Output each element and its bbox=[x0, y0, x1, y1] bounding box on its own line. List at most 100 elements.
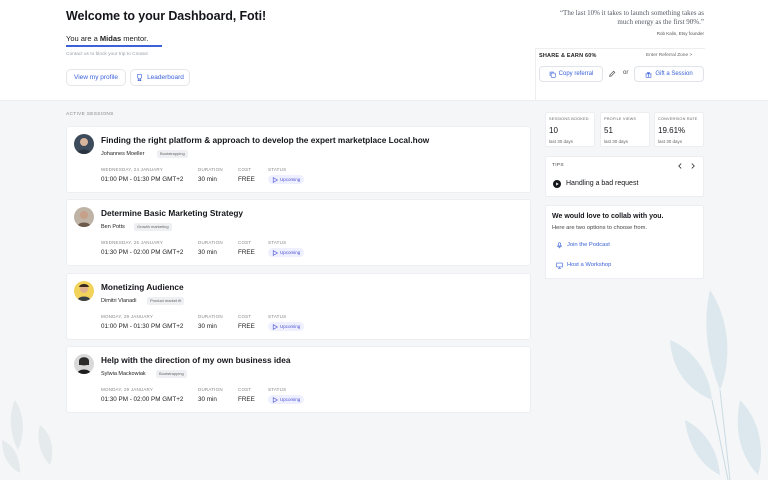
view-profile-button[interactable]: View my profile bbox=[66, 69, 126, 86]
stat-label: PROFILE VIEWS bbox=[604, 117, 637, 121]
status-badge: Upcoming bbox=[268, 248, 305, 257]
quote-text: “The last 10% it takes to launch somethi… bbox=[559, 9, 704, 27]
cost-label: COST bbox=[238, 167, 252, 172]
session-mentor: Johannes Moeller bbox=[101, 151, 145, 157]
status-badge: Upcoming bbox=[268, 175, 305, 184]
session-card[interactable]: Finding the right platform & approach to… bbox=[66, 126, 531, 193]
session-mentor: Ben Potts bbox=[101, 224, 125, 230]
mentor-level-progress bbox=[66, 45, 162, 47]
tips-panel: TIPS Handling a bad request bbox=[545, 156, 704, 197]
presentation-icon bbox=[556, 262, 563, 269]
session-title[interactable]: Monetizing Audience bbox=[101, 282, 184, 292]
status-label: STATUS bbox=[268, 167, 287, 172]
duration-label: DURATION bbox=[198, 387, 223, 392]
avatar bbox=[74, 354, 94, 374]
play-icon bbox=[272, 396, 278, 403]
leaderboard-button[interactable]: Leaderboard bbox=[130, 69, 190, 86]
stat-period: last 30 days bbox=[549, 139, 574, 144]
session-mentor: Dimitri Vlanadi bbox=[101, 298, 137, 304]
duration-label: DURATION bbox=[198, 314, 223, 319]
session-title[interactable]: Determine Basic Marketing Strategy bbox=[101, 208, 243, 218]
session-title[interactable]: Finding the right platform & approach to… bbox=[101, 135, 429, 145]
session-duration: 30 min bbox=[198, 323, 217, 330]
stat-profile-views: PROFILE VIEWS 51 last 30 days bbox=[600, 112, 650, 147]
page-title: Welcome to your Dashboard, Foti! bbox=[66, 9, 267, 23]
session-cost: FREE bbox=[238, 249, 255, 256]
join-podcast-button[interactable]: Join the Podcast bbox=[552, 238, 614, 252]
session-cost: FREE bbox=[238, 396, 255, 403]
status-badge: Upcoming bbox=[268, 395, 305, 404]
stat-period: last 30 days bbox=[658, 139, 683, 144]
stat-sessions-booked: SESSIONS BOOKED 10 last 30 days bbox=[545, 112, 595, 147]
active-sessions-label: ACTIVE SESSIONS bbox=[66, 112, 114, 117]
session-card[interactable]: Monetizing Audience Dimitri Vlanadi Prod… bbox=[66, 273, 531, 340]
status-label: STATUS bbox=[268, 240, 287, 245]
stat-value: 10 bbox=[549, 126, 558, 135]
play-circle-icon[interactable] bbox=[553, 180, 561, 188]
chevron-right-icon[interactable] bbox=[690, 163, 696, 169]
duration-label: DURATION bbox=[198, 167, 223, 172]
gift-session-button[interactable]: Gift a Session bbox=[634, 66, 704, 82]
cost-label: COST bbox=[238, 314, 252, 319]
session-duration: 30 min bbox=[198, 396, 217, 403]
mentor-level-progress-fill bbox=[66, 45, 162, 47]
referral-zone-link[interactable]: Enter Referral Zone > bbox=[646, 53, 692, 58]
play-icon bbox=[272, 249, 278, 256]
leaf-decoration-left bbox=[2, 400, 53, 473]
session-card[interactable]: Determine Basic Marketing Strategy Ben P… bbox=[66, 199, 531, 266]
session-title[interactable]: Help with the direction of my own busine… bbox=[101, 355, 290, 365]
tip-text[interactable]: Handling a bad request bbox=[566, 180, 638, 187]
session-duration: 30 min bbox=[198, 249, 217, 256]
share-earn-title: SHARE & EARN 60% bbox=[539, 53, 597, 59]
status-label: STATUS bbox=[268, 387, 287, 392]
tips-label: TIPS bbox=[552, 163, 564, 168]
leaf-decoration-right bbox=[670, 290, 761, 480]
mentor-level-text: You are a Midas mentor. bbox=[66, 34, 149, 43]
collab-subtitle: Here are two options to choose from. bbox=[552, 225, 648, 231]
duration-label: DURATION bbox=[198, 240, 223, 245]
cost-label: COST bbox=[238, 240, 252, 245]
session-time: 01:30 PM - 02:00 PM GMT+2 bbox=[101, 396, 184, 403]
cost-label: COST bbox=[238, 387, 252, 392]
session-time: 01:00 PM - 01:30 PM GMT+2 bbox=[101, 323, 184, 330]
status-badge: Upcoming bbox=[268, 322, 305, 331]
session-duration: 30 min bbox=[198, 176, 217, 183]
host-workshop-button[interactable]: Host a Workshop bbox=[552, 258, 615, 272]
chevron-left-icon[interactable] bbox=[677, 163, 683, 169]
session-time: 01:00 PM - 01:30 PM GMT+2 bbox=[101, 176, 184, 183]
collab-panel: We would love to collab with you. Here a… bbox=[545, 205, 704, 279]
status-label: STATUS bbox=[268, 314, 287, 319]
session-time: 01:30 PM - 02:00 PM GMT+2 bbox=[101, 249, 184, 256]
copy-referral-button[interactable]: Copy referral bbox=[539, 66, 603, 82]
session-cost: FREE bbox=[238, 176, 255, 183]
session-date: WEDNESDAY, 24 JANUARY bbox=[101, 167, 163, 172]
session-tag: Growth marketing bbox=[134, 223, 172, 231]
play-icon bbox=[272, 176, 278, 183]
session-date: MONDAY, 29 JANUARY bbox=[101, 314, 154, 319]
session-cost: FREE bbox=[238, 323, 255, 330]
quote-author: Rob Kalin, Etsy founder bbox=[656, 31, 704, 36]
mentor-level: Midas bbox=[99, 34, 122, 43]
avatar bbox=[74, 207, 94, 227]
avatar bbox=[74, 134, 94, 154]
stat-value: 19.61% bbox=[658, 126, 686, 135]
play-icon bbox=[272, 323, 278, 330]
or-separator: or bbox=[623, 70, 629, 76]
stat-conversion-rate: CONVERSION RATE 19.61% last 30 days bbox=[654, 112, 704, 147]
stat-value: 51 bbox=[604, 126, 613, 135]
trophy-icon bbox=[137, 74, 142, 81]
session-date: MONDAY, 29 JANUARY bbox=[101, 387, 154, 392]
edit-icon[interactable] bbox=[608, 70, 616, 78]
session-tag: Product market fit bbox=[147, 297, 185, 305]
contact-note: Contact us to block your trip to Creator bbox=[66, 52, 149, 57]
stat-label: CONVERSION RATE bbox=[658, 117, 698, 121]
session-tag: Bootstrapping bbox=[157, 150, 188, 158]
gift-icon bbox=[646, 71, 652, 78]
copy-icon bbox=[549, 71, 556, 78]
session-date: WEDNESDAY, 25 JANUARY bbox=[101, 240, 163, 245]
stat-label: SESSIONS BOOKED bbox=[549, 117, 589, 121]
avatar bbox=[74, 281, 94, 301]
collab-title: We would love to collab with you. bbox=[552, 213, 664, 220]
session-card[interactable]: Help with the direction of my own busine… bbox=[66, 346, 531, 413]
stat-period: last 30 days bbox=[604, 139, 629, 144]
